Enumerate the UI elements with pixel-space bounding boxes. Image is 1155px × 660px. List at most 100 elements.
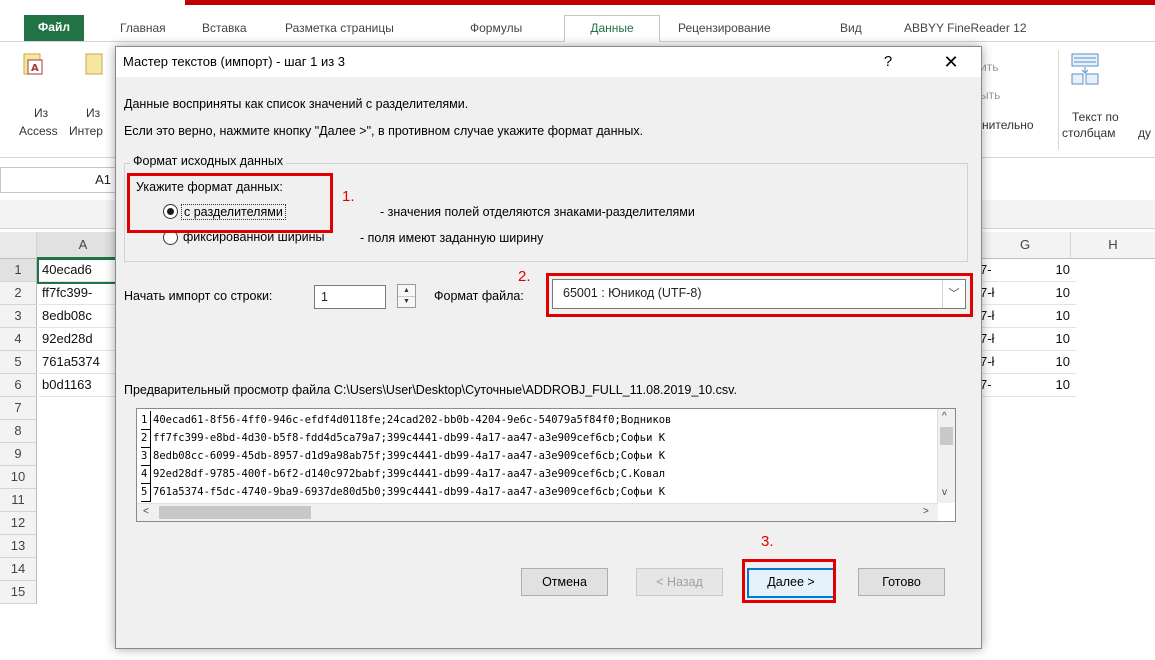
from-internet-label-2: Интер	[69, 124, 103, 138]
detected-format-text: Данные восприняты как список значений с …	[124, 97, 469, 111]
text-import-wizard-dialog: Мастер текстов (импорт) - шаг 1 из 3 ? ✕…	[115, 46, 982, 649]
dialog-title: Мастер текстов (импорт) - шаг 1 из 3	[123, 54, 346, 69]
annotation-number-2: 2.	[518, 268, 531, 285]
row-header[interactable]: 10	[0, 466, 37, 489]
start-row-label: Начать импорт со строки:	[124, 289, 273, 303]
ribbon-partial-label-3: нительно	[982, 118, 1034, 132]
row-header[interactable]: 11	[0, 489, 37, 512]
annotation-box-3	[742, 559, 836, 603]
row-header[interactable]: 9	[0, 443, 37, 466]
access-database-icon: A	[23, 53, 43, 75]
name-box[interactable]: A1	[0, 167, 120, 193]
tab-review[interactable]: Рецензирование	[678, 16, 771, 40]
row-header[interactable]: 6	[0, 374, 37, 397]
start-row-value: 1	[321, 290, 328, 304]
scroll-right-icon[interactable]: >	[923, 506, 929, 517]
source-format-group-label: Формат исходных данных	[130, 154, 287, 168]
preview-line: 4 92ed28df-9785-400f-b6f2-d140c972babf;39…	[141, 465, 665, 484]
row-header[interactable]: 7	[0, 397, 37, 420]
preview-line: 2 ff7fc399-e8bd-4d30-b5f8-fdd4d5ca79a7;39…	[141, 429, 665, 448]
cell-g5[interactable]: 10	[1000, 351, 1076, 374]
tab-file[interactable]: Файл	[24, 15, 84, 41]
row-header[interactable]: 15	[0, 581, 37, 604]
tab-insert[interactable]: Вставка	[202, 16, 247, 40]
cell-g4[interactable]: 10	[1000, 328, 1076, 351]
row-header[interactable]: 5	[0, 351, 37, 374]
row-header[interactable]: 13	[0, 535, 37, 558]
scroll-left-icon[interactable]: <	[143, 506, 149, 517]
row-header[interactable]: 2	[0, 282, 37, 305]
scroll-down-icon[interactable]: v	[942, 487, 947, 498]
ribbon-partial-label-1: ить	[980, 60, 999, 74]
instruction-text: Если это верно, нажмите кнопку "Далее >"…	[124, 124, 644, 138]
close-button[interactable]: ✕	[936, 50, 966, 74]
from-access-label-1: Из	[34, 106, 49, 120]
from-internet-button[interactable]: Из Интер	[62, 48, 117, 148]
radio-fixed-width-description: - поля имеют заданную ширину	[360, 231, 544, 245]
tab-abbyy[interactable]: ABBYY FineReader 12	[904, 16, 1027, 40]
cell-f-partial[interactable]: 7-	[980, 259, 1000, 282]
text-to-columns-icon	[1071, 53, 1099, 85]
annotation-box-1	[127, 173, 333, 233]
column-header-g[interactable]: G	[980, 232, 1071, 259]
tab-data[interactable]: Данные	[564, 15, 660, 42]
ribbon-group-separator	[1058, 50, 1059, 150]
preview-vertical-scrollbar[interactable]: ^ v	[937, 409, 955, 503]
preview-line: 1 40ecad61-8f56-4ff0-946c-efdf4d0118fe;24…	[141, 411, 671, 430]
cell-f-partial[interactable]: 7-ł	[980, 328, 1000, 351]
text-to-columns-label-1: Текст по	[1072, 110, 1119, 124]
row-header[interactable]: 1	[0, 259, 37, 282]
help-button[interactable]: ?	[876, 50, 900, 74]
web-database-icon	[85, 53, 103, 75]
ribbon-tab-bar: Файл Главная Вставка Разметка страницы Ф…	[0, 15, 1155, 42]
preview-line: 5 761a5374-f5dc-4740-9ba9-6937de80d5b0;39…	[141, 483, 665, 502]
tab-page-layout[interactable]: Разметка страницы	[285, 16, 394, 40]
row-header[interactable]: 4	[0, 328, 37, 351]
cell-g6[interactable]: 10	[1000, 374, 1076, 397]
scroll-up-icon[interactable]: ^	[942, 411, 947, 422]
from-access-label-2: Access	[19, 124, 58, 138]
finish-button[interactable]: Готово	[858, 568, 945, 596]
vertical-scroll-thumb[interactable]	[940, 427, 953, 445]
start-row-spinner[interactable]: ▲ ▼	[397, 284, 416, 308]
preview-line: 3 8edb08cc-6099-45db-8957-d1d9a98ab75f;39…	[141, 447, 665, 466]
annotation-number-3: 3.	[761, 533, 774, 550]
row-header[interactable]: 14	[0, 558, 37, 581]
svg-text:A: A	[31, 63, 39, 74]
cancel-button[interactable]: Отмена	[521, 568, 608, 596]
row-header[interactable]: 8	[0, 420, 37, 443]
file-preview[interactable]: 1 40ecad61-8f56-4ff0-946c-efdf4d0118fe;24…	[136, 408, 956, 522]
radio-delimited-description: - значения полей отделяются знаками-разд…	[380, 205, 695, 219]
select-all-corner[interactable]	[0, 232, 37, 259]
text-to-columns-button[interactable]: Текст по столбцам	[1062, 48, 1142, 148]
name-box-value: A1	[95, 172, 111, 187]
spin-down-icon[interactable]: ▼	[398, 296, 415, 307]
dialog-titlebar[interactable]: Мастер текстов (импорт) - шаг 1 из 3 ? ✕	[116, 47, 981, 77]
back-button[interactable]: < Назад	[636, 568, 723, 596]
cell-f-partial[interactable]: 7-ł	[980, 351, 1000, 374]
from-access-button[interactable]: A Из Access	[12, 48, 62, 148]
preview-label: Предварительный просмотр файла C:\Users\…	[124, 383, 737, 397]
column-header-h[interactable]: H	[1071, 232, 1155, 259]
file-format-label: Формат файла:	[434, 289, 524, 303]
title-accent-line	[185, 0, 1155, 5]
start-row-input[interactable]: 1	[314, 285, 386, 309]
tab-home[interactable]: Главная	[120, 16, 166, 40]
cell-g3[interactable]: 10	[1000, 305, 1076, 328]
cell-g2[interactable]: 10	[1000, 282, 1076, 305]
horizontal-scroll-thumb[interactable]	[159, 506, 311, 519]
cell-f-partial[interactable]: 7-	[980, 374, 1000, 397]
from-internet-label-1: Из	[86, 106, 101, 120]
cell-f-partial[interactable]: 7-ł	[980, 282, 1000, 305]
cell-g1[interactable]: 10	[1000, 259, 1076, 282]
row-header[interactable]: 12	[0, 512, 37, 535]
annotation-box-2	[546, 273, 973, 317]
ribbon-partial-label-4: ду	[1138, 126, 1152, 140]
text-to-columns-label-2: столбцам	[1062, 126, 1116, 140]
cell-f-partial[interactable]: 7-ł	[980, 305, 1000, 328]
tab-view[interactable]: Вид	[840, 16, 862, 40]
tab-formulas[interactable]: Формулы	[470, 16, 522, 40]
preview-horizontal-scrollbar[interactable]: < >	[137, 503, 938, 521]
ribbon-partial-label-2: ыть	[980, 88, 1001, 102]
row-header[interactable]: 3	[0, 305, 37, 328]
